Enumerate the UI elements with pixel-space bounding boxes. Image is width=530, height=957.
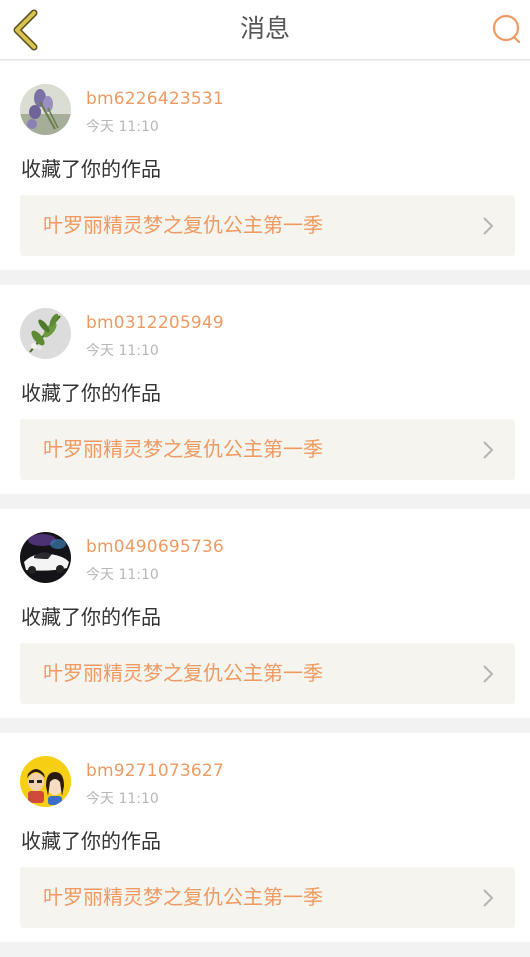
message-list: bm6226423531 今天 11:10 收藏了你的作品 叶罗丽精灵梦之复仇公… (0, 61, 530, 957)
message-card: bm0490695736 今天 11:10 收藏了你的作品 叶罗丽精灵梦之复仇公… (0, 509, 530, 718)
message-card: bm6226423531 今天 11:10 收藏了你的作品 叶罗丽精灵梦之复仇公… (0, 61, 530, 270)
username[interactable]: bm0312205949 (86, 313, 224, 333)
chevron-right-icon (483, 441, 494, 459)
search-button[interactable] (490, 12, 524, 46)
chevron-right-icon (483, 217, 494, 235)
action-text: 收藏了你的作品 (21, 605, 161, 629)
timestamp: 今天 11:10 (86, 119, 159, 135)
page-title: 消息 (239, 14, 290, 43)
work-title: 叶罗丽精灵梦之复仇公主第一季 (43, 213, 323, 237)
action-text: 收藏了你的作品 (21, 157, 161, 181)
action-text: 收藏了你的作品 (21, 381, 161, 405)
search-icon (492, 14, 521, 44)
avatar[interactable] (20, 84, 71, 135)
avatar[interactable] (20, 532, 71, 583)
timestamp: 今天 11:10 (86, 567, 159, 583)
timestamp: 今天 11:10 (86, 343, 159, 359)
work-link[interactable]: 叶罗丽精灵梦之复仇公主第一季 (20, 643, 515, 704)
message-card: bm9271073627 今天 11:10 收藏了你的作品 叶罗丽精灵梦之复仇公… (0, 733, 530, 942)
action-text: 收藏了你的作品 (21, 829, 161, 853)
username[interactable]: bm9271073627 (86, 761, 224, 781)
work-link[interactable]: 叶罗丽精灵梦之复仇公主第一季 (20, 419, 515, 480)
work-title: 叶罗丽精灵梦之复仇公主第一季 (43, 661, 323, 685)
work-title: 叶罗丽精灵梦之复仇公主第一季 (43, 437, 323, 461)
top-nav-bar: 消息 (0, 0, 530, 60)
chevron-right-icon (483, 665, 494, 683)
username[interactable]: bm6226423531 (86, 89, 224, 109)
message-card: bm0312205949 今天 11:10 收藏了你的作品 叶罗丽精灵梦之复仇公… (0, 285, 530, 494)
work-link[interactable]: 叶罗丽精灵梦之复仇公主第一季 (20, 867, 515, 928)
work-link[interactable]: 叶罗丽精灵梦之复仇公主第一季 (20, 195, 515, 256)
work-title: 叶罗丽精灵梦之复仇公主第一季 (43, 885, 323, 909)
chevron-right-icon (483, 889, 494, 907)
avatar[interactable] (20, 756, 71, 807)
timestamp: 今天 11:10 (86, 791, 159, 807)
avatar[interactable] (20, 308, 71, 359)
username[interactable]: bm0490695736 (86, 537, 224, 557)
